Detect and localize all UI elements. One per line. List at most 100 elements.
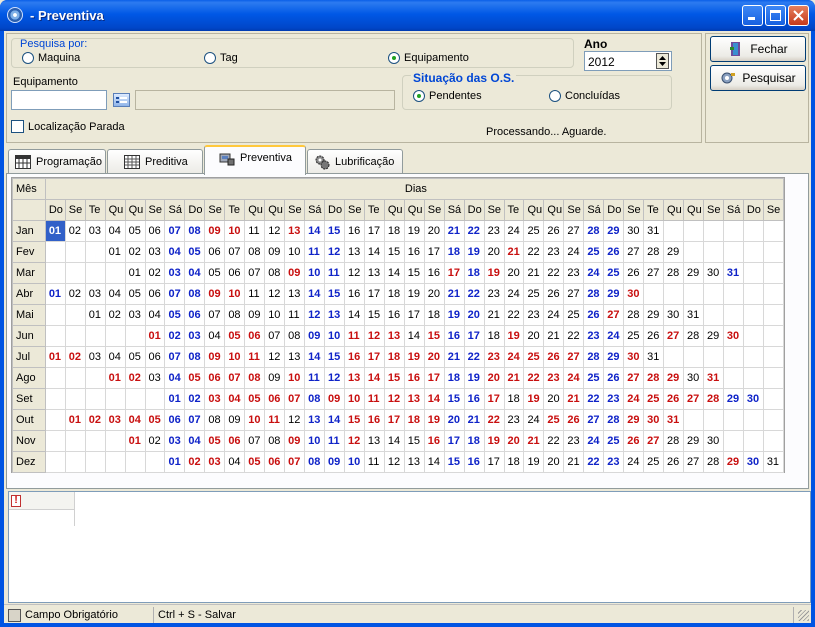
close-window-button[interactable]: [788, 5, 809, 26]
day-cell[interactable]: 30: [623, 220, 645, 242]
title-bar[interactable]: - Preventiva: [0, 0, 815, 31]
day-cell[interactable]: 23: [543, 241, 565, 263]
minimize-button[interactable]: [742, 5, 763, 26]
day-cell[interactable]: 11: [244, 346, 266, 368]
day-cell[interactable]: 13: [324, 304, 345, 326]
day-cell[interactable]: 17: [443, 262, 465, 284]
day-cell[interactable]: 24: [563, 241, 585, 263]
day-cell[interactable]: 16: [343, 220, 365, 242]
day-cell[interactable]: 23: [523, 304, 545, 326]
day-cell[interactable]: 20: [523, 325, 545, 347]
day-cell[interactable]: 16: [463, 451, 485, 473]
day-cell[interactable]: 22: [523, 367, 545, 389]
day-cell[interactable]: 23: [483, 283, 505, 305]
day-cell[interactable]: 14: [304, 283, 326, 305]
day-cell[interactable]: 14: [324, 409, 345, 431]
day-cell[interactable]: 01: [104, 241, 126, 263]
day-cell[interactable]: 25: [603, 430, 625, 452]
day-cell[interactable]: [683, 241, 704, 263]
day-cell[interactable]: 12: [343, 262, 365, 284]
day-cell[interactable]: 15: [423, 325, 445, 347]
day-cell[interactable]: [64, 367, 86, 389]
day-cell[interactable]: 25: [603, 262, 625, 284]
day-cell[interactable]: 24: [563, 367, 585, 389]
day-cell[interactable]: 05: [124, 346, 146, 368]
day-cell[interactable]: [84, 325, 106, 347]
day-cell[interactable]: 21: [523, 262, 545, 284]
day-cell[interactable]: 19: [403, 283, 425, 305]
day-cell[interactable]: 16: [343, 346, 365, 368]
day-cell[interactable]: [64, 262, 86, 284]
day-cell[interactable]: 24: [503, 283, 525, 305]
day-cell[interactable]: 26: [623, 262, 645, 284]
day-cell[interactable]: 07: [184, 409, 206, 431]
day-cell[interactable]: 02: [184, 451, 206, 473]
day-cell[interactable]: 06: [244, 325, 266, 347]
day-cell[interactable]: 01: [124, 430, 146, 452]
day-cell[interactable]: 12: [264, 283, 286, 305]
day-cell[interactable]: 06: [144, 346, 166, 368]
day-cell[interactable]: 07: [224, 241, 246, 263]
day-cell[interactable]: [742, 283, 764, 305]
day-cell[interactable]: 02: [64, 220, 86, 242]
day-cell[interactable]: 31: [762, 451, 785, 473]
day-cell[interactable]: 16: [403, 241, 425, 263]
day-cell[interactable]: 02: [124, 241, 146, 263]
day-cell[interactable]: 11: [244, 283, 266, 305]
day-cell[interactable]: [722, 283, 744, 305]
day-cell[interactable]: 22: [523, 241, 545, 263]
day-cell[interactable]: 28: [683, 325, 704, 347]
day-cell[interactable]: [64, 451, 86, 473]
day-cell[interactable]: 06: [264, 451, 286, 473]
day-cell[interactable]: 09: [224, 409, 246, 431]
day-cell[interactable]: [44, 409, 66, 431]
day-cell[interactable]: 08: [224, 304, 246, 326]
day-cell[interactable]: 01: [144, 325, 166, 347]
day-cell[interactable]: 02: [64, 346, 86, 368]
day-cell[interactable]: 29: [663, 241, 685, 263]
day-cell[interactable]: 18: [423, 304, 445, 326]
day-cell[interactable]: 03: [104, 409, 126, 431]
day-cell[interactable]: 27: [623, 241, 645, 263]
day-cell[interactable]: 01: [84, 304, 106, 326]
day-cell[interactable]: 14: [363, 367, 385, 389]
day-cell[interactable]: 21: [443, 220, 465, 242]
day-cell[interactable]: 09: [264, 241, 286, 263]
day-cell[interactable]: [683, 346, 704, 368]
day-cell[interactable]: 22: [543, 262, 565, 284]
day-cell[interactable]: [84, 262, 106, 284]
day-cell[interactable]: 18: [383, 283, 405, 305]
day-cell[interactable]: 16: [423, 262, 445, 284]
day-cell[interactable]: [84, 367, 106, 389]
day-cell[interactable]: 07: [244, 430, 266, 452]
day-cell[interactable]: 01: [104, 367, 126, 389]
day-cell[interactable]: 14: [343, 304, 365, 326]
day-cell[interactable]: 22: [583, 451, 605, 473]
day-cell[interactable]: 14: [304, 346, 326, 368]
day-cell[interactable]: 23: [603, 451, 625, 473]
day-cell[interactable]: 05: [204, 262, 226, 284]
day-cell[interactable]: 20: [423, 346, 445, 368]
day-cell[interactable]: 08: [244, 367, 266, 389]
day-cell[interactable]: 26: [643, 325, 665, 347]
day-cell[interactable]: 03: [84, 220, 106, 242]
day-cell[interactable]: 24: [623, 388, 645, 410]
day-cell[interactable]: 26: [543, 220, 565, 242]
day-cell[interactable]: 10: [224, 283, 246, 305]
day-cell[interactable]: 24: [543, 304, 565, 326]
day-cell[interactable]: [742, 346, 764, 368]
day-cell[interactable]: 23: [603, 388, 625, 410]
day-cell[interactable]: 07: [264, 325, 286, 347]
day-cell[interactable]: 07: [164, 283, 186, 305]
day-cell[interactable]: 16: [423, 430, 445, 452]
day-cell[interactable]: 30: [663, 304, 685, 326]
day-cell[interactable]: 12: [304, 304, 326, 326]
day-cell[interactable]: [742, 220, 764, 242]
day-cell[interactable]: 12: [324, 367, 345, 389]
day-cell[interactable]: 13: [284, 346, 306, 368]
day-cell[interactable]: 18: [463, 430, 485, 452]
day-cell[interactable]: [742, 409, 764, 431]
day-cell[interactable]: 16: [463, 388, 485, 410]
app-icon[interactable]: [7, 7, 23, 23]
day-cell[interactable]: [762, 430, 785, 452]
